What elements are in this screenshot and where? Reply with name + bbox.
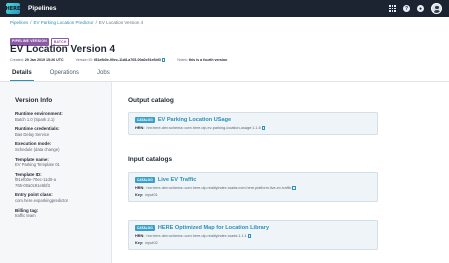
field-billing-tag: Billing tag: traffic team	[15, 208, 110, 219]
user-avatar[interactable]	[431, 3, 442, 14]
breadcrumb-pipelines-link[interactable]: Pipelines	[10, 20, 28, 25]
tab-details[interactable]: Details	[10, 68, 34, 81]
top-bar-icons: ? ●	[389, 0, 442, 17]
catalog-hrn-row: HRN: hrn:here-dev:schema::com.here.olp.re…	[135, 234, 371, 238]
output-catalog-card: CATALOG EV Parking Location USage HRN: hr…	[128, 112, 378, 135]
key-value: input01	[145, 193, 158, 197]
created-value: 29 Jan 2019 15:26 UTC	[24, 58, 64, 62]
field-entry-point-class: Entry point class: com.here.evparkingpre…	[15, 192, 110, 203]
input-catalog-card: CATALOG Live EV Traffic HRN: hrn:here-dev…	[128, 172, 378, 202]
copy-icon[interactable]	[161, 58, 166, 62]
hrn-label: HRN:	[135, 126, 145, 130]
tab-jobs[interactable]: Jobs	[95, 68, 112, 81]
copy-icon[interactable]	[292, 186, 296, 190]
key-label: Key:	[135, 193, 144, 197]
version-meta: Created: 29 Jan 2019 15:26 UTC Version I…	[10, 58, 227, 62]
created-label: Created:	[10, 58, 24, 62]
breadcrumb-separator: /	[30, 20, 32, 25]
version-id-label: Version ID:	[75, 58, 94, 62]
hrn-value: hrn:here-dev:schema::com.here.olp.realit…	[146, 186, 292, 190]
output-catalog-title: Output catalog	[128, 97, 174, 104]
version-info-title: Version Info	[15, 97, 53, 104]
copy-icon[interactable]	[261, 126, 266, 130]
here-logo[interactable]: HERE	[6, 3, 20, 14]
hrn-value: hrn:here-dev:schema::com.here.olp.realit…	[146, 234, 247, 238]
app-title[interactable]: Pipelines	[28, 5, 57, 12]
catalog-hrn-row: HRN: hrn:here-dev:schema::com.here.olp.re…	[135, 186, 371, 190]
catalog-badge: CATALOG	[135, 225, 155, 231]
key-label: Key:	[135, 241, 144, 245]
help-icon[interactable]: ?	[403, 5, 410, 12]
hrn-label: HRN:	[135, 186, 145, 190]
catalog-badge: CATALOG	[135, 177, 155, 183]
top-navigation-bar: HERE Pipelines ? ●	[0, 0, 449, 17]
key-value: input02	[145, 241, 158, 245]
notes-info: Notes: this is a fourth version	[177, 58, 227, 62]
catalog-badge: CATALOG	[135, 117, 155, 123]
page-title: EV Location Version 4	[10, 44, 116, 55]
field-value: com.here.evparkingpredictor	[15, 197, 69, 203]
field-value: Batch 1.0 (Spark 2.1)	[15, 116, 55, 122]
field-value: Schedule (data change)	[15, 146, 60, 152]
version-id-info: Version ID: f81efb0e-90ec-11d8-a765-00a0…	[76, 58, 166, 62]
input-catalog-card: CATALOG HERE Optimized Map for Location …	[128, 220, 378, 250]
catalog-name-link[interactable]: EV Parking Location USage	[158, 117, 231, 123]
field-template-name: Template name: EV Parking Template 01	[15, 157, 110, 168]
tab-bar: Details Operations Jobs	[10, 68, 112, 81]
catalog-key-row: Key: input02	[135, 241, 371, 245]
logo-text: HERE	[5, 5, 21, 12]
notes-label: Notes:	[177, 58, 188, 62]
created-info: Created: 29 Jan 2019 15:26 UTC	[10, 58, 64, 62]
field-value: EV Parking Template 01	[15, 162, 60, 168]
hrn-value: hrn:here-dev:schema::com.here.olp.ev-par…	[146, 126, 261, 130]
field-value: f81efb0e-70ec-11d0-a765-00a0c91e6bf3	[15, 177, 56, 188]
notes-value: this is a fourth version	[188, 58, 228, 62]
field-execution-mode: Execution mode: Schedule (data change)	[15, 141, 110, 152]
hrn-label: HRN:	[135, 234, 145, 238]
catalog-key-row: Key: input01	[135, 193, 371, 197]
version-id-value: f81efb0e-90ec-11d8-a765-00a0c91e6bf3	[94, 58, 161, 62]
breadcrumb-pipeline-link[interactable]: EV Parking Location Predictor	[34, 20, 94, 25]
apps-grid-icon[interactable]	[389, 5, 396, 12]
catalog-hrn-row: HRN: hrn:here-dev:schema::com.here.olp.ev…	[135, 126, 371, 130]
version-info-fields: Runtime environment: Batch 1.0 (Spark 2.…	[15, 111, 110, 223]
field-value: Bas Delay Service	[15, 131, 50, 137]
input-catalogs-title: Input catalogs	[128, 156, 173, 163]
breadcrumb-separator: /	[95, 20, 97, 25]
tab-operations[interactable]: Operations	[48, 68, 81, 81]
field-runtime-credentials: Runtime credentials: Bas Delay Service	[15, 126, 110, 137]
field-template-id: Template ID: f81efb0e-70ec-11d0-a765-00a…	[15, 172, 110, 188]
breadcrumb-current: EV Location Version 4	[98, 20, 144, 25]
field-runtime-environment: Runtime environment: Batch 1.0 (Spark 2.…	[15, 111, 110, 122]
copy-icon[interactable]	[247, 234, 252, 238]
field-value: traffic team	[15, 213, 36, 219]
notifications-icon[interactable]: ●	[417, 5, 424, 12]
catalog-name-link[interactable]: Live EV Traffic	[158, 177, 197, 183]
catalog-name-link[interactable]: HERE Optimized Map for Location Library	[158, 225, 269, 231]
breadcrumb: Pipelines / EV Parking Location Predicto…	[10, 20, 143, 25]
